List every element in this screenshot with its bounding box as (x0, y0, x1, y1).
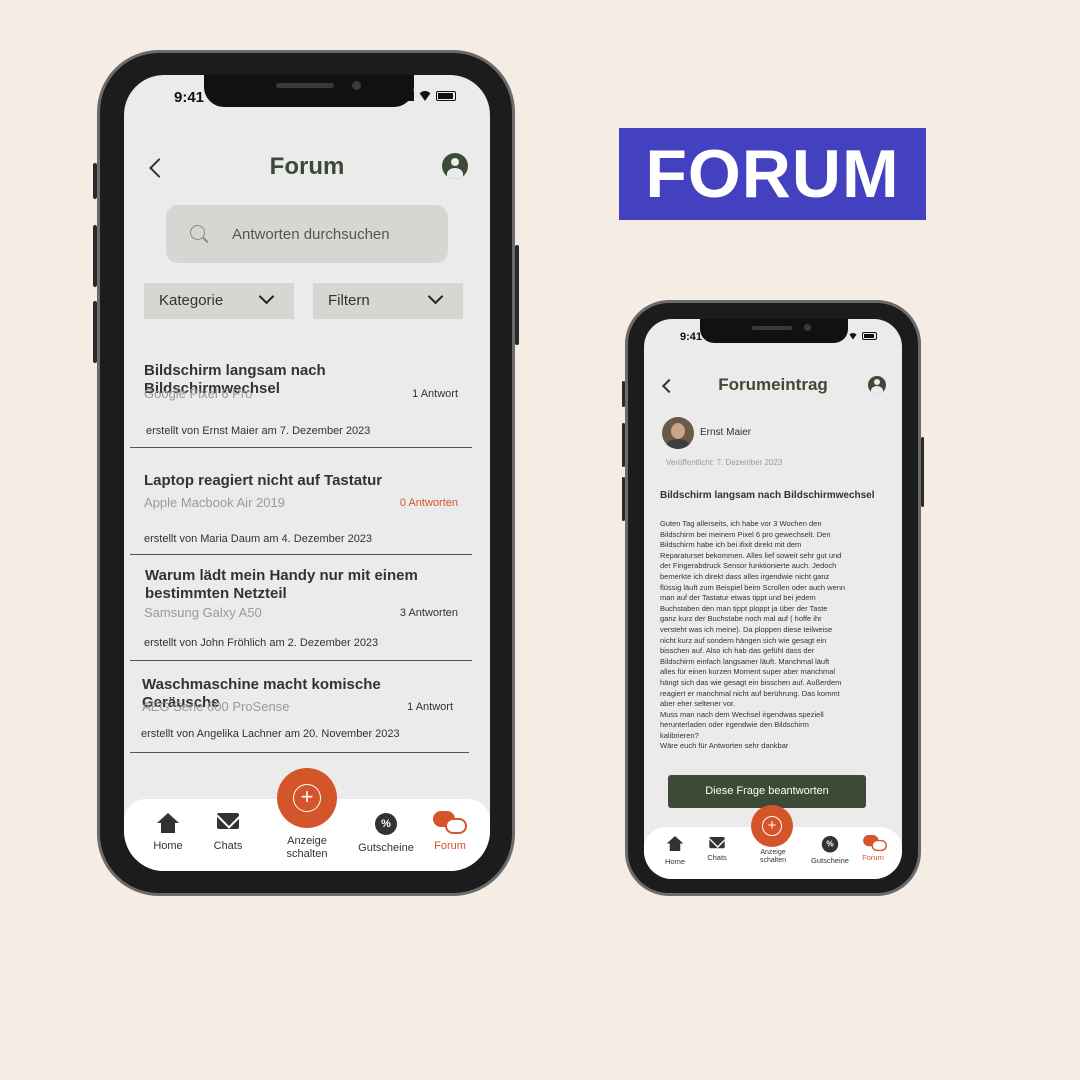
avatar[interactable] (662, 417, 694, 449)
account-icon[interactable] (868, 376, 886, 394)
coupon-icon: % (375, 813, 397, 835)
nav-forum-label: Forum (862, 853, 884, 862)
wifi-icon (418, 91, 432, 101)
post-meta: erstellt von Angelika Lachner am 20. Nov… (141, 728, 400, 740)
phone-notch (700, 319, 848, 343)
home-icon (666, 836, 684, 851)
search-icon (190, 225, 205, 240)
nav-create-label-1: Anzeige (287, 835, 327, 847)
nav-forum[interactable]: Forum (858, 835, 888, 862)
nav-coupons[interactable]: % Gutscheine (808, 836, 852, 865)
forum-chat-icon (433, 811, 467, 835)
post-answer-count: 1 Antwort (412, 388, 458, 400)
page-title: Forum (269, 153, 345, 180)
mute-switch (622, 381, 625, 407)
add-circle-icon: + (762, 816, 782, 836)
status-time: 9:41 (680, 331, 703, 343)
battery-icon (862, 332, 877, 340)
forum-post[interactable]: Bildschirm langsam nach Bildschirmwechse… (130, 355, 472, 448)
forum-post[interactable]: Warum lädt mein Handy nur mit einem best… (130, 567, 472, 661)
nav-home[interactable]: Home (660, 836, 690, 866)
entry-body: Guten Tag allerseits, ich habe vor 3 Woc… (660, 519, 846, 751)
nav-chats[interactable]: Chats (206, 813, 250, 852)
nav-coupons[interactable]: % Gutscheine (354, 813, 418, 854)
post-meta: erstellt von Ernst Maier am 7. Dezember … (146, 425, 371, 437)
phone-notch (204, 75, 414, 107)
filter-dropdown[interactable]: Filtern (313, 283, 463, 319)
nav-create-listing[interactable]: Anzeige schalten (752, 849, 794, 865)
home-icon (157, 813, 179, 833)
power-button (921, 437, 924, 507)
forum-entry-screen: 9:41 Forumeintrag Ernst Maier Veröffentl… (644, 319, 902, 879)
add-circle-icon: + (293, 784, 321, 812)
account-icon[interactable] (442, 153, 468, 179)
volume-up-button (93, 225, 97, 287)
filter-dropdown-label: Filtern (328, 292, 370, 309)
nav-forum-label: Forum (434, 840, 466, 852)
nav-chats-label: Chats (213, 840, 243, 852)
phone-forum-entry: 9:41 Forumeintrag Ernst Maier Veröffentl… (622, 300, 924, 896)
chevron-down-icon (427, 288, 444, 305)
category-dropdown-label: Kategorie (159, 292, 224, 309)
post-device: Samsung Galxy A50 (144, 605, 262, 620)
search-input[interactable]: Antworten durchsuchen (166, 205, 448, 263)
nav-home-label: Home (153, 840, 183, 852)
mail-icon (217, 813, 239, 829)
mute-switch (93, 163, 97, 199)
nav-home-label: Home (664, 857, 685, 866)
battery-icon (436, 91, 456, 101)
nav-create-label-1: Anzeige (760, 849, 786, 856)
post-answer-count: 1 Antwort (407, 701, 453, 713)
add-listing-button[interactable]: + (277, 768, 337, 828)
volume-up-button (622, 423, 625, 467)
post-device: Apple Macbook Air 2019 (144, 495, 285, 510)
nav-chats[interactable]: Chats (702, 837, 732, 862)
post-meta: erstellt von John Fröhlich am 2. Dezembe… (144, 637, 379, 649)
forum-post[interactable]: Laptop reagiert nicht auf Tastatur Apple… (130, 465, 472, 555)
nav-coupons-label: Gutscheine (811, 856, 849, 865)
power-button (515, 245, 519, 345)
post-meta: erstellt von Maria Daum am 4. Dezember 2… (144, 533, 373, 545)
forum-chat-icon (863, 835, 887, 852)
volume-down-button (622, 477, 625, 521)
status-time: 9:41 (174, 89, 205, 106)
nav-home[interactable]: Home (146, 813, 190, 852)
nav-coupons-label: Gutscheine (358, 842, 414, 854)
post-answer-count: 3 Antworten (399, 607, 458, 619)
entry-title: Bildschirm langsam nach Bildschirmwechse… (660, 490, 875, 501)
phone-forum-list: 9:41 Forum Antworten durchsuchen Kategor… (93, 50, 519, 896)
post-title: Laptop reagiert nicht auf Tastatur (144, 472, 383, 489)
nav-forum[interactable]: Forum (426, 811, 474, 852)
wifi-icon (848, 332, 858, 340)
nav-create-label-2: schalten (286, 848, 328, 860)
author-name[interactable]: Ernst Maier (700, 427, 751, 438)
post-device: Google Pixel 6 Pro (144, 386, 253, 401)
category-dropdown[interactable]: Kategorie (144, 283, 294, 319)
volume-down-button (93, 301, 97, 363)
nav-chats-label: Chats (707, 853, 727, 862)
nav-create-label-2: schalten (759, 857, 787, 864)
forum-screen: 9:41 Forum Antworten durchsuchen Kategor… (124, 75, 490, 871)
forum-post[interactable]: Waschmaschine macht komische Geräusche A… (130, 671, 469, 753)
coupon-icon: % (821, 836, 839, 853)
section-heading: FORUM (619, 128, 926, 220)
add-listing-button[interactable]: + (751, 805, 793, 847)
chevron-down-icon (258, 288, 275, 305)
mail-icon (709, 837, 725, 849)
post-device: AEG Serie 600 ProSense (142, 699, 290, 714)
page-title: Forumeintrag (718, 375, 828, 394)
answer-question-button[interactable]: Diese Frage beantworten (668, 775, 866, 808)
status-icons (848, 332, 877, 340)
published-date: Veröffentlicht: 7. Dezember 2023 (666, 458, 783, 467)
post-answer-count: 0 Antworten (399, 497, 458, 509)
post-title: Warum lädt mein Handy nur mit einem best… (145, 567, 418, 602)
nav-create-listing[interactable]: Anzeige schalten (274, 835, 340, 861)
search-placeholder: Antworten durchsuchen (232, 226, 390, 243)
